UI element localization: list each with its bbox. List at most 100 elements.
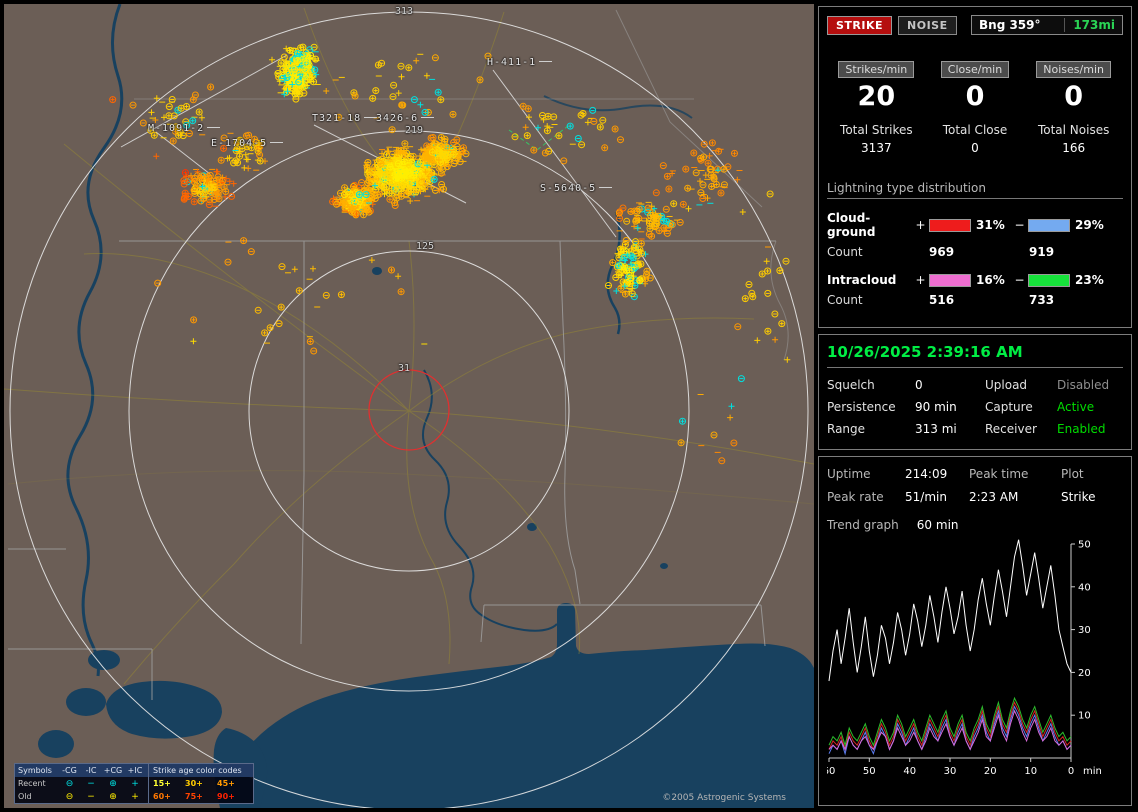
map-legend: Symbols -CG -IC +CG +IC Recent ⊖ − ⊕ + Old ⊖ − ⊕ + Str…	[14, 763, 254, 804]
trend-panel: Uptime 214:09 Peak time Plot Peak rate 5…	[818, 456, 1132, 806]
svg-text:50: 50	[863, 766, 876, 777]
settings-grid: Squelch 0 Upload Disabled Persistence 90…	[827, 378, 1123, 436]
map-canvas	[4, 4, 814, 808]
noises-per-min-value: 0	[1064, 81, 1084, 112]
upload-status: Disabled	[1057, 378, 1110, 392]
svg-text:0: 0	[1068, 766, 1074, 777]
svg-text:30: 30	[1078, 625, 1091, 636]
intracloud-row: Intracloud + 16% − 23%	[827, 273, 1123, 287]
noise-indicator-button[interactable]: NOISE	[898, 15, 957, 35]
minus-sign: −	[1014, 218, 1025, 232]
intracloud-count-row: Count 516 733	[827, 293, 1123, 307]
svg-text:min: min	[1083, 766, 1102, 777]
uptime-label: Uptime	[827, 467, 871, 481]
trend-window-value: 60 min	[916, 518, 959, 532]
rate-columns: Strikes/min 20 Total Strikes 3137 Close/…	[827, 61, 1123, 155]
close-per-min-column: Close/min 0 Total Close 0	[926, 61, 1025, 155]
ic-negative-bar	[1028, 273, 1070, 287]
svg-text:30: 30	[944, 766, 957, 777]
trend-header: Trend graph 60 min	[827, 518, 1123, 532]
svg-text:40: 40	[1078, 582, 1091, 593]
total-noises-value: 166	[1062, 141, 1086, 155]
ic-negative-count: 733	[1029, 293, 1055, 307]
plus-sign: +	[915, 218, 926, 232]
strike-indicator-button[interactable]: STRIKE	[827, 15, 893, 35]
strike-symbols	[109, 43, 791, 465]
plus-sign: +	[915, 273, 926, 287]
system-status-panel: 10/26/2025 2:39:16 AM Squelch 0 Upload D…	[818, 334, 1132, 450]
sidebar: STRIKE NOISE Bng 359° 173mi Strikes/min …	[818, 6, 1132, 806]
cloud-ground-count-row: Count 969 919	[827, 245, 1123, 259]
legend-age-codes: Strike age color codes 15+ 30+ 45+ 60+ 75+ 90…	[149, 764, 253, 803]
datetime-display: 10/26/2025 2:39:16 AM	[827, 343, 1123, 368]
svg-text:20: 20	[984, 766, 997, 777]
cg-negative-count: 919	[1029, 245, 1055, 259]
strike-stats-panel: STRIKE NOISE Bng 359° 173mi Strikes/min …	[818, 6, 1132, 328]
count-label: Count	[827, 245, 863, 259]
indicator-row: STRIKE NOISE Bng 359° 173mi	[827, 15, 1123, 35]
legend-symbols: Symbols -CG -IC +CG +IC Recent ⊖ − ⊕ + Old ⊖ − ⊕ +	[15, 764, 149, 803]
svg-text:50: 50	[1078, 540, 1091, 551]
trend-graph: 50 40 30 20 10 60 50 40 30 20 10 0 min	[827, 540, 1102, 778]
lightning-tracker-app: 313 219 125 31 M-1091-2 E-1704-5 T321-18 3426-6…	[0, 0, 1138, 812]
strikes-per-min-value: 20	[857, 81, 896, 112]
ic-positive-count: 516	[929, 293, 955, 307]
performance-grid: Uptime 214:09 Peak time Plot Peak rate 5…	[827, 467, 1123, 504]
lightning-map[interactable]: 313 219 125 31 M-1091-2 E-1704-5 T321-18 3426-6…	[4, 4, 814, 808]
peak-rate-label: Peak rate	[827, 490, 884, 504]
receiver-status: Enabled	[1057, 422, 1106, 436]
total-noises-label: Total Noises	[1037, 123, 1110, 137]
range-label: Range	[827, 422, 866, 436]
persistence-value: 90 min	[915, 400, 957, 414]
legend-age-title: Strike age color codes	[149, 764, 253, 777]
total-close-label: Total Close	[942, 123, 1008, 137]
upload-label: Upload	[985, 378, 1028, 392]
total-close-value: 0	[971, 141, 979, 155]
plot-value: Strike	[1061, 490, 1096, 504]
persistence-label: Persistence	[827, 400, 896, 414]
strikes-per-min-button[interactable]: Strikes/min	[838, 61, 915, 78]
cloud-ground-label: Cloud-ground	[827, 211, 876, 239]
close-per-min-button[interactable]: Close/min	[940, 61, 1010, 78]
minus-sign: −	[1014, 273, 1025, 287]
squelch-label: Squelch	[827, 378, 875, 392]
cloud-ground-row: Cloud-ground + 31% − 29%	[827, 211, 1123, 239]
intracloud-label: Intracloud	[827, 273, 897, 287]
peak-time-label: Peak time	[969, 467, 1029, 481]
distance-value: 173mi	[1064, 18, 1115, 32]
peak-rate-value: 51/min	[905, 490, 947, 504]
cg-negative-pct: 29%	[1075, 218, 1104, 232]
ic-positive-pct: 16%	[976, 273, 1005, 287]
bearing-display: Bng 359° 173mi	[971, 15, 1123, 35]
copyright-text: ©2005 Astrogenic Systems	[662, 793, 786, 803]
ic-positive-bar	[929, 273, 971, 287]
roads	[4, 7, 814, 685]
trend-graph-label: Trend graph	[827, 518, 899, 532]
noises-per-min-button[interactable]: Noises/min	[1036, 61, 1111, 78]
rivers	[66, 4, 693, 677]
svg-text:20: 20	[1078, 668, 1091, 679]
total-strikes-value: 3137	[861, 141, 892, 155]
plot-label: Plot	[1061, 467, 1084, 481]
peak-time-value: 2:23 AM	[969, 490, 1019, 504]
svg-text:40: 40	[903, 766, 916, 777]
range-value: 313 mi	[915, 422, 957, 436]
capture-status: Active	[1057, 400, 1095, 414]
water-shapes	[38, 267, 814, 808]
strikes-per-min-column: Strikes/min 20 Total Strikes 3137	[827, 61, 926, 155]
squelch-value: 0	[915, 378, 923, 392]
close-per-min-value: 0	[965, 81, 985, 112]
bearing-value: Bng 359°	[979, 18, 1041, 32]
cg-positive-count: 969	[929, 245, 955, 259]
distribution-title: Lightning type distribution	[827, 181, 1123, 199]
svg-text:60: 60	[827, 766, 835, 777]
uptime-value: 214:09	[905, 467, 948, 481]
cg-negative-bar	[1028, 218, 1070, 232]
state-borders	[8, 9, 789, 700]
svg-text:10: 10	[1078, 711, 1091, 722]
cg-positive-pct: 31%	[976, 218, 1005, 232]
count-label: Count	[827, 293, 863, 307]
total-strikes-label: Total Strikes	[840, 123, 913, 137]
capture-label: Capture	[985, 400, 1033, 414]
noises-per-min-column: Noises/min 0 Total Noises 166	[1024, 61, 1123, 155]
